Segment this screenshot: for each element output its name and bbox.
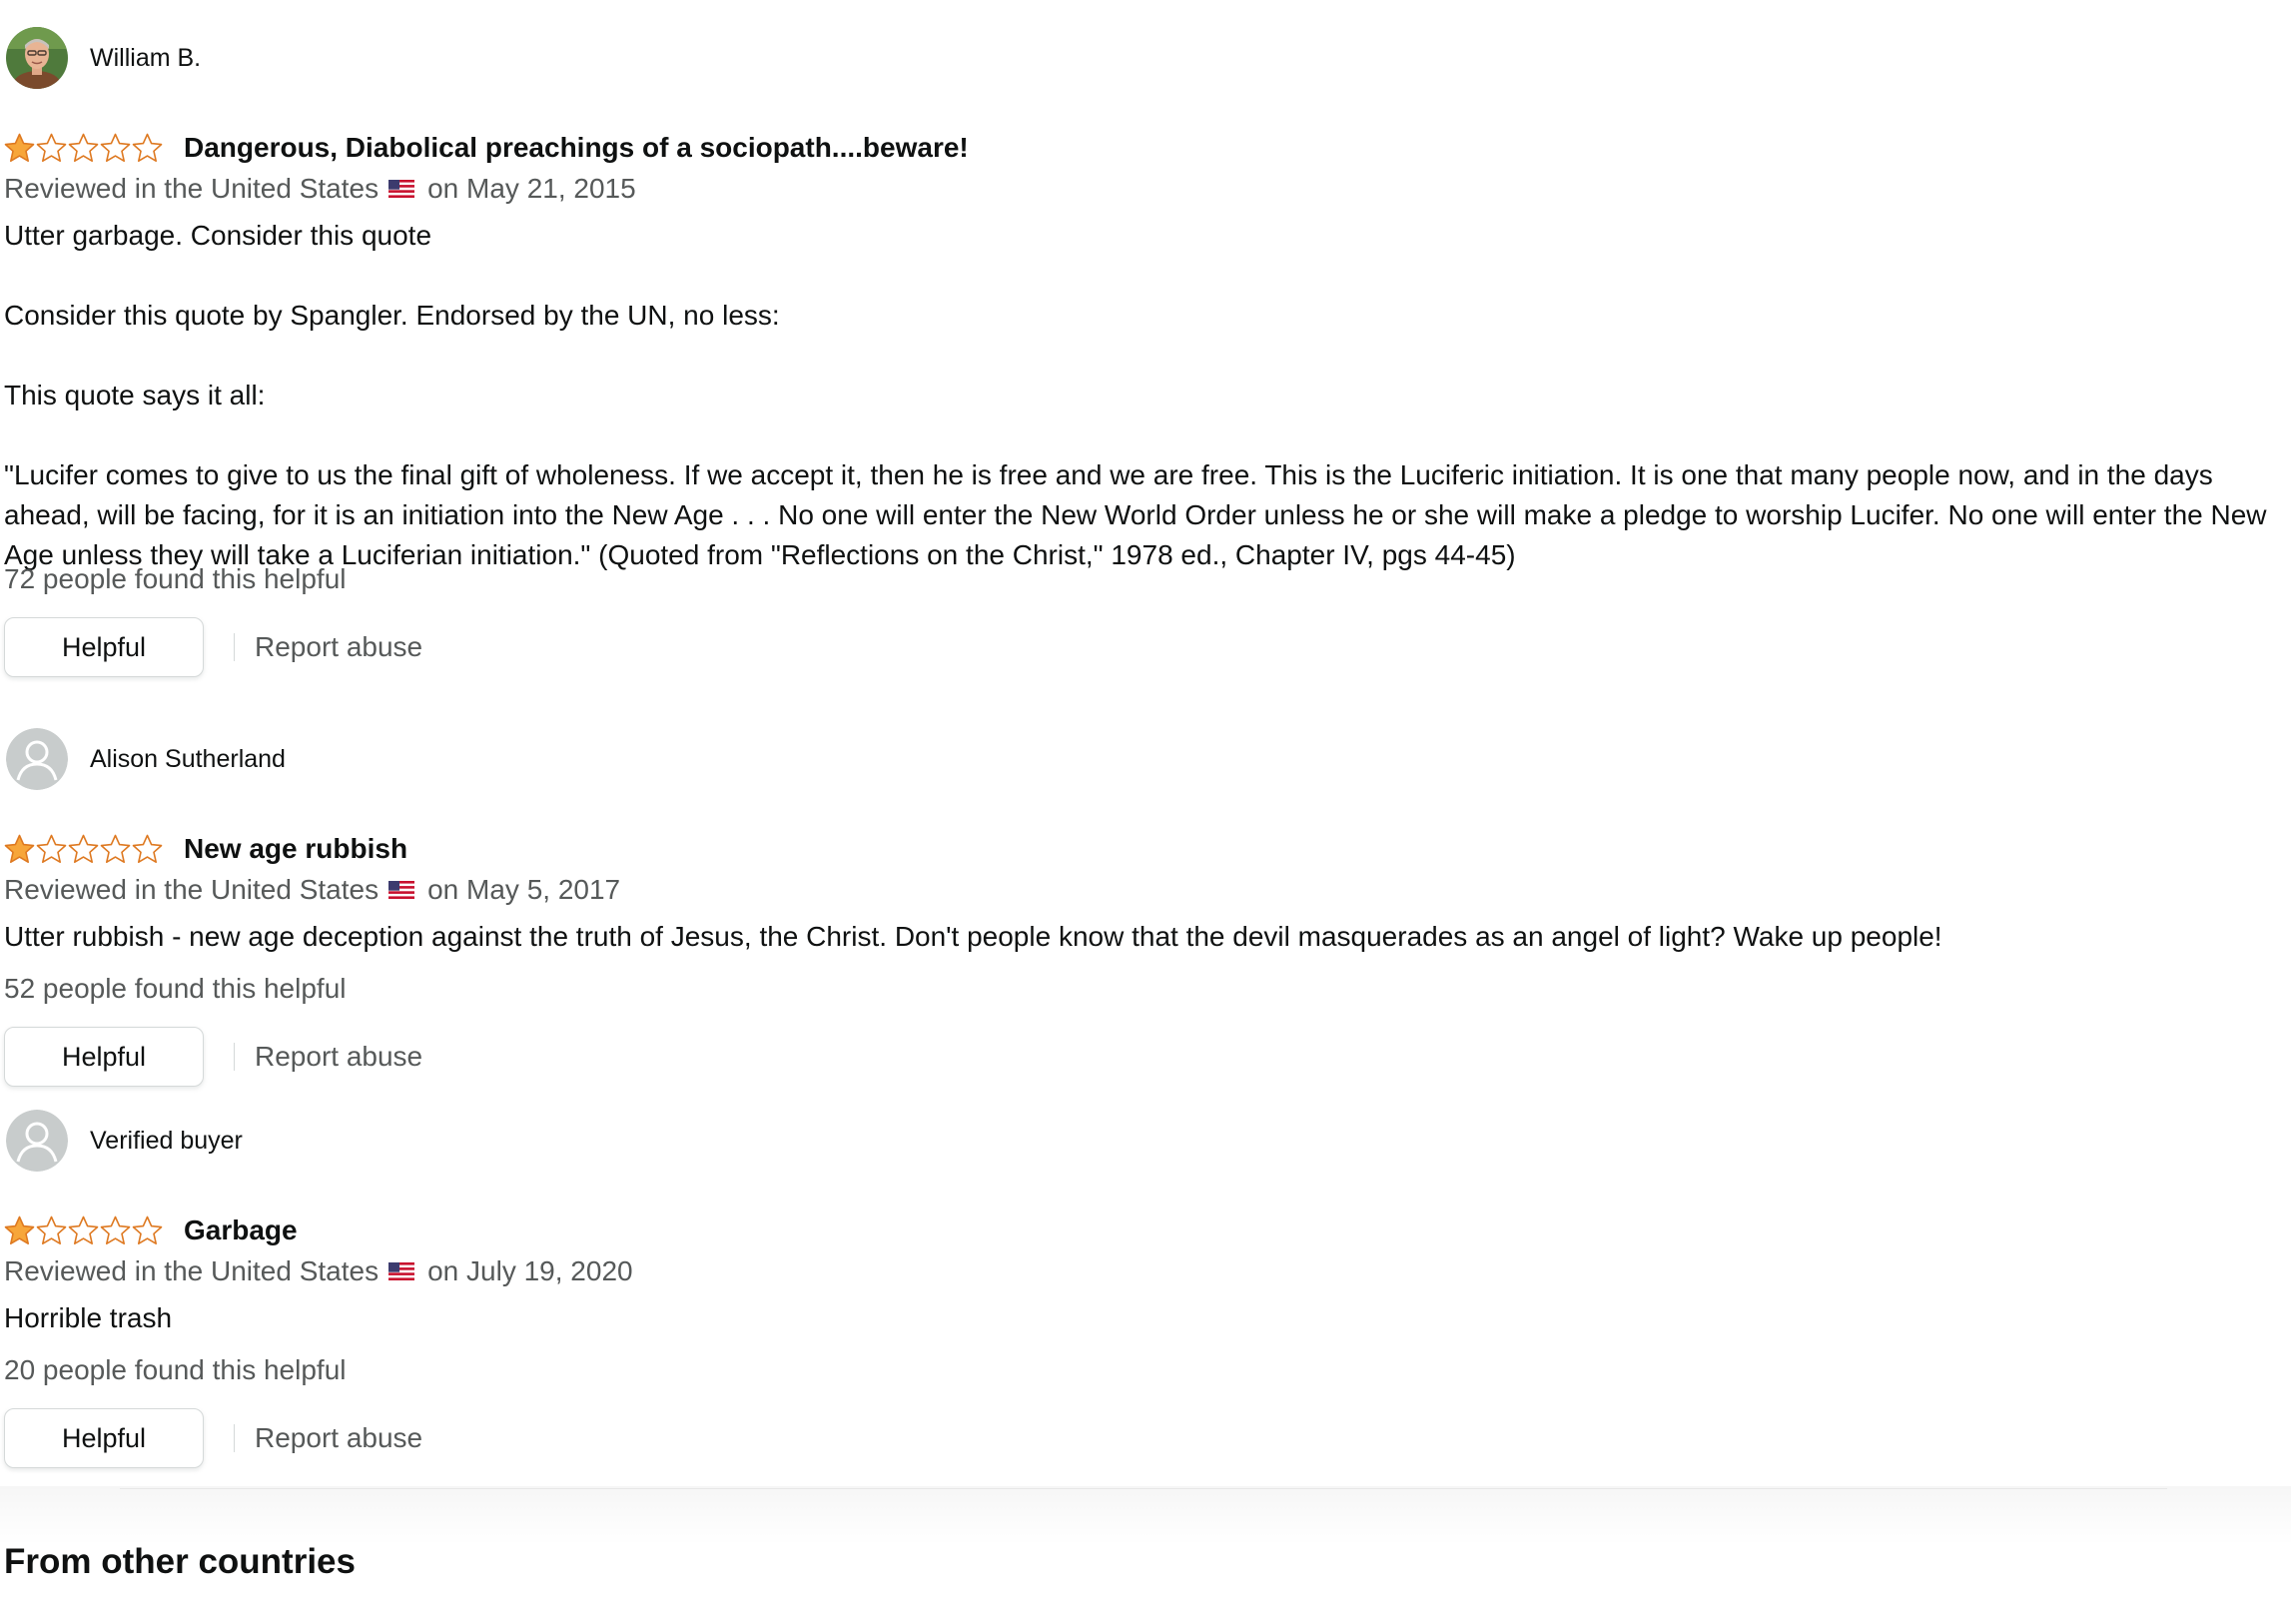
helpful-count: 72 people found this helpful bbox=[4, 563, 347, 594]
reviewer-name[interactable]: Alison Sutherland bbox=[90, 745, 286, 774]
action-divider bbox=[234, 1043, 235, 1071]
star-empty-icon bbox=[100, 133, 131, 162]
review-body-paragraph: "Lucifer comes to give to us the final g… bbox=[4, 459, 2267, 570]
star-rating[interactable] bbox=[4, 1216, 164, 1245]
star-empty-icon bbox=[132, 133, 163, 162]
star-empty-icon bbox=[36, 834, 67, 863]
review-actions: Helpful Report abuse bbox=[4, 1407, 422, 1469]
report-abuse-link[interactable]: Report abuse bbox=[255, 1422, 422, 1454]
reviewed-in-label: Reviewed in the United States bbox=[4, 874, 380, 905]
helpful-button[interactable]: Helpful bbox=[4, 617, 204, 677]
action-divider bbox=[234, 633, 235, 661]
report-abuse-link[interactable]: Report abuse bbox=[255, 1041, 422, 1073]
reviewer-name[interactable]: Verified buyer bbox=[90, 1127, 243, 1156]
reviewed-in-label: Reviewed in the United States bbox=[4, 1255, 380, 1286]
star-empty-icon bbox=[100, 1216, 131, 1244]
review-date: on July 19, 2020 bbox=[427, 1255, 633, 1286]
review-body: Utter garbage. Consider this quote Consi… bbox=[4, 216, 2271, 575]
helpful-button[interactable]: Helpful bbox=[4, 1408, 204, 1468]
star-empty-icon bbox=[68, 834, 99, 863]
review-body-paragraph: Horrible trash bbox=[4, 1302, 173, 1333]
review-meta: Reviewed in the United States on May 5, … bbox=[4, 872, 620, 908]
review-title[interactable]: Dangerous, Diabolical preachings of a so… bbox=[184, 132, 969, 164]
rating-row: Dangerous, Diabolical preachings of a so… bbox=[4, 128, 969, 168]
review-body: Horrible trash bbox=[4, 1298, 2271, 1338]
review-actions: Helpful Report abuse bbox=[4, 1026, 422, 1088]
reviewer-profile[interactable]: Alison Sutherland bbox=[6, 727, 286, 791]
helpful-count: 20 people found this helpful bbox=[4, 1354, 347, 1385]
action-divider bbox=[234, 1424, 235, 1452]
review-title[interactable]: New age rubbish bbox=[184, 833, 407, 865]
star-filled-icon bbox=[4, 834, 35, 863]
review-body-paragraph: Consider this quote by Spangler. Endorse… bbox=[4, 300, 780, 331]
star-empty-icon bbox=[100, 834, 131, 863]
star-rating[interactable] bbox=[4, 133, 164, 163]
review-body: Utter rubbish - new age deception agains… bbox=[4, 917, 2271, 957]
star-empty-icon bbox=[132, 1216, 163, 1244]
review-actions: Helpful Report abuse bbox=[4, 616, 422, 678]
avatar[interactable] bbox=[6, 27, 68, 89]
star-empty-icon bbox=[36, 133, 67, 162]
star-empty-icon bbox=[132, 834, 163, 863]
us-flag-icon bbox=[388, 881, 415, 899]
us-flag-icon bbox=[388, 1262, 415, 1280]
rating-row: Garbage bbox=[4, 1211, 298, 1250]
reviewed-in-label: Reviewed in the United States bbox=[4, 173, 380, 204]
review-body-paragraph: This quote says it all: bbox=[4, 380, 266, 410]
star-filled-icon bbox=[4, 133, 35, 162]
rating-row: New age rubbish bbox=[4, 829, 407, 869]
default-user-avatar-icon[interactable] bbox=[6, 1110, 68, 1172]
review-body-paragraph: Utter garbage. Consider this quote bbox=[4, 220, 432, 251]
review-body-paragraph: Utter rubbish - new age deception agains… bbox=[4, 921, 1942, 952]
star-empty-icon bbox=[36, 1216, 67, 1244]
star-rating[interactable] bbox=[4, 834, 164, 864]
section-divider-shadow bbox=[0, 1486, 2291, 1546]
us-flag-icon bbox=[388, 180, 415, 198]
reviewer-profile[interactable]: William B. bbox=[6, 26, 201, 90]
helpful-button[interactable]: Helpful bbox=[4, 1027, 204, 1087]
star-empty-icon bbox=[68, 133, 99, 162]
review-meta: Reviewed in the United States on July 19… bbox=[4, 1253, 633, 1289]
default-user-avatar-icon[interactable] bbox=[6, 728, 68, 790]
section-heading: From other countries bbox=[4, 1542, 356, 1581]
reviewer-name[interactable]: William B. bbox=[90, 44, 201, 73]
reviewer-profile[interactable]: Verified buyer bbox=[6, 1109, 243, 1173]
review-meta: Reviewed in the United States on May 21,… bbox=[4, 171, 636, 207]
review-date: on May 21, 2015 bbox=[427, 173, 636, 204]
star-empty-icon bbox=[68, 1216, 99, 1244]
report-abuse-link[interactable]: Report abuse bbox=[255, 631, 422, 663]
review-title[interactable]: Garbage bbox=[184, 1215, 298, 1246]
review-date: on May 5, 2017 bbox=[427, 874, 621, 905]
helpful-count: 52 people found this helpful bbox=[4, 973, 347, 1004]
section-divider bbox=[120, 1488, 2167, 1489]
star-filled-icon bbox=[4, 1216, 35, 1244]
